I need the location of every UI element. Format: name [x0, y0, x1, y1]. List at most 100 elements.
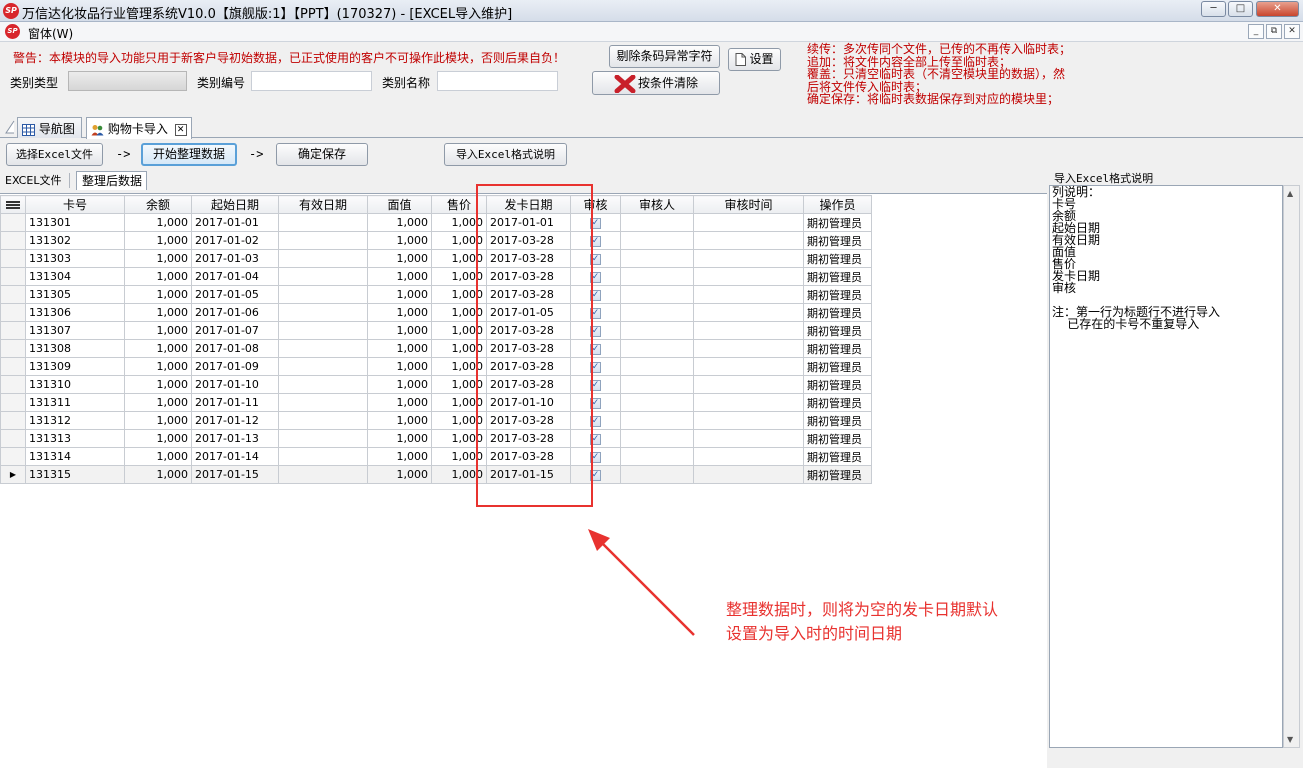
table-cell[interactable]: 131307 — [25, 321, 125, 340]
table-cell[interactable] — [620, 303, 694, 322]
row-selector[interactable] — [0, 393, 26, 412]
strip-barcode-button[interactable]: 剔除条码异常字符 — [609, 45, 720, 68]
table-cell[interactable] — [693, 357, 804, 376]
column-header[interactable]: 有效日期 — [278, 195, 368, 214]
category-name-input[interactable] — [437, 71, 558, 91]
table-cell[interactable]: 期初管理员 — [803, 321, 872, 340]
start-tidy-button[interactable]: 开始整理数据 — [141, 143, 237, 166]
table-cell[interactable]: 2017-01-05 — [191, 285, 279, 304]
table-cell[interactable]: 1,000 — [367, 267, 432, 286]
table-cell[interactable]: 1,000 — [124, 357, 192, 376]
table-cell[interactable] — [620, 339, 694, 358]
table-cell[interactable]: 2017-01-04 — [191, 267, 279, 286]
table-cell[interactable]: 1,000 — [367, 357, 432, 376]
table-cell[interactable] — [278, 303, 368, 322]
table-cell[interactable] — [693, 429, 804, 448]
table-row[interactable]: 131305 1,000 2017-01-05 1,000 1,000 2017-03-2… — [0, 285, 872, 304]
table-cell[interactable]: 1,000 — [124, 267, 192, 286]
table-cell[interactable]: 1,000 — [124, 411, 192, 430]
vertical-scrollbar[interactable]: ▲ ▼ — [1283, 185, 1300, 748]
row-selector[interactable] — [0, 231, 26, 250]
table-cell[interactable] — [620, 249, 694, 268]
category-code-input[interactable] — [251, 71, 372, 91]
table-cell[interactable]: 期初管理员 — [803, 267, 872, 286]
table-cell[interactable] — [620, 375, 694, 394]
table-cell[interactable]: 2017-01-06 — [191, 303, 279, 322]
table-cell[interactable]: 131303 — [25, 249, 125, 268]
row-selector[interactable] — [0, 249, 26, 268]
table-cell[interactable] — [278, 249, 368, 268]
table-cell[interactable]: 2017-01-07 — [191, 321, 279, 340]
row-selector[interactable] — [0, 213, 26, 232]
table-cell[interactable]: 131314 — [25, 447, 125, 466]
table-cell[interactable]: 131312 — [25, 411, 125, 430]
table-cell[interactable] — [278, 231, 368, 250]
table-cell[interactable] — [693, 465, 804, 484]
table-cell[interactable] — [278, 465, 368, 484]
column-header[interactable]: 起始日期 — [191, 195, 279, 214]
table-row[interactable]: 131310 1,000 2017-01-10 1,000 1,000 2017-03-2… — [0, 375, 872, 394]
table-cell[interactable] — [278, 321, 368, 340]
table-row[interactable]: 131307 1,000 2017-01-07 1,000 1,000 2017-03-2… — [0, 321, 872, 340]
table-cell[interactable]: 2017-01-09 — [191, 357, 279, 376]
table-cell[interactable]: 1,000 — [124, 249, 192, 268]
table-cell[interactable]: 期初管理员 — [803, 465, 872, 484]
table-cell[interactable] — [620, 393, 694, 412]
table-cell[interactable]: 1,000 — [367, 447, 432, 466]
table-cell[interactable] — [278, 411, 368, 430]
table-cell[interactable]: 1,000 — [124, 393, 192, 412]
table-cell[interactable] — [693, 213, 804, 232]
table-cell[interactable]: 2017-01-08 — [191, 339, 279, 358]
table-cell[interactable] — [693, 249, 804, 268]
table-row[interactable]: 131306 1,000 2017-01-06 1,000 1,000 2017-01-0… — [0, 303, 872, 322]
tab-close-icon[interactable]: ✕ — [174, 123, 187, 136]
table-row[interactable]: 131308 1,000 2017-01-08 1,000 1,000 2017-03-2… — [0, 339, 872, 358]
tab-shopping-card-import[interactable]: 购物卡导入 ✕ — [86, 117, 192, 139]
table-cell[interactable]: 1,000 — [367, 465, 432, 484]
column-header[interactable]: 操作员 — [803, 195, 872, 214]
table-row[interactable]: ▶ 131315 1,000 2017-01-15 1,000 1,000 2017-01-… — [0, 465, 872, 484]
table-cell[interactable]: 1,000 — [124, 285, 192, 304]
mdi-minimize-button[interactable]: _ — [1248, 24, 1264, 39]
row-selector[interactable] — [0, 429, 26, 448]
table-cell[interactable]: 2017-01-11 — [191, 393, 279, 412]
table-cell[interactable]: 2017-01-10 — [191, 375, 279, 394]
table-cell[interactable] — [693, 339, 804, 358]
table-row[interactable]: 131312 1,000 2017-01-12 1,000 1,000 2017-03-2… — [0, 411, 872, 430]
scroll-down-icon[interactable]: ▼ — [1287, 735, 1293, 744]
table-cell[interactable]: 期初管理员 — [803, 231, 872, 250]
table-cell[interactable]: 期初管理员 — [803, 447, 872, 466]
table-cell[interactable]: 1,000 — [367, 231, 432, 250]
tab-navigation[interactable]: 导航图 — [17, 117, 82, 138]
excel-format-help-button[interactable]: 导入Excel格式说明 — [444, 143, 567, 166]
minimize-button[interactable]: ─ — [1201, 1, 1226, 17]
clear-by-condition-button[interactable]: 按条件清除 — [592, 71, 720, 95]
scroll-up-icon[interactable]: ▲ — [1287, 189, 1293, 198]
table-cell[interactable] — [278, 213, 368, 232]
settings-button[interactable]: 设置 — [728, 48, 781, 71]
table-cell[interactable]: 131310 — [25, 375, 125, 394]
table-row[interactable]: 131314 1,000 2017-01-14 1,000 1,000 2017-03-2… — [0, 447, 872, 466]
table-cell[interactable] — [278, 357, 368, 376]
table-cell[interactable] — [620, 213, 694, 232]
table-cell[interactable]: 1,000 — [367, 429, 432, 448]
table-cell[interactable]: 2017-01-02 — [191, 231, 279, 250]
row-selector[interactable] — [0, 339, 26, 358]
current-row-icon[interactable]: ▶ — [0, 465, 26, 484]
table-cell[interactable] — [693, 231, 804, 250]
table-cell[interactable] — [278, 447, 368, 466]
table-cell[interactable]: 1,000 — [367, 249, 432, 268]
table-cell[interactable]: 1,000 — [124, 321, 192, 340]
table-cell[interactable] — [278, 339, 368, 358]
table-cell[interactable] — [620, 429, 694, 448]
table-cell[interactable] — [693, 303, 804, 322]
table-cell[interactable]: 1,000 — [124, 429, 192, 448]
row-selector[interactable] — [0, 357, 26, 376]
row-selector[interactable] — [0, 303, 26, 322]
table-cell[interactable] — [620, 285, 694, 304]
table-cell[interactable]: 1,000 — [124, 231, 192, 250]
table-cell[interactable] — [620, 465, 694, 484]
select-excel-button[interactable]: 选择Excel文件 — [6, 143, 103, 166]
column-header[interactable]: 审核人 — [620, 195, 694, 214]
table-cell[interactable]: 1,000 — [367, 339, 432, 358]
